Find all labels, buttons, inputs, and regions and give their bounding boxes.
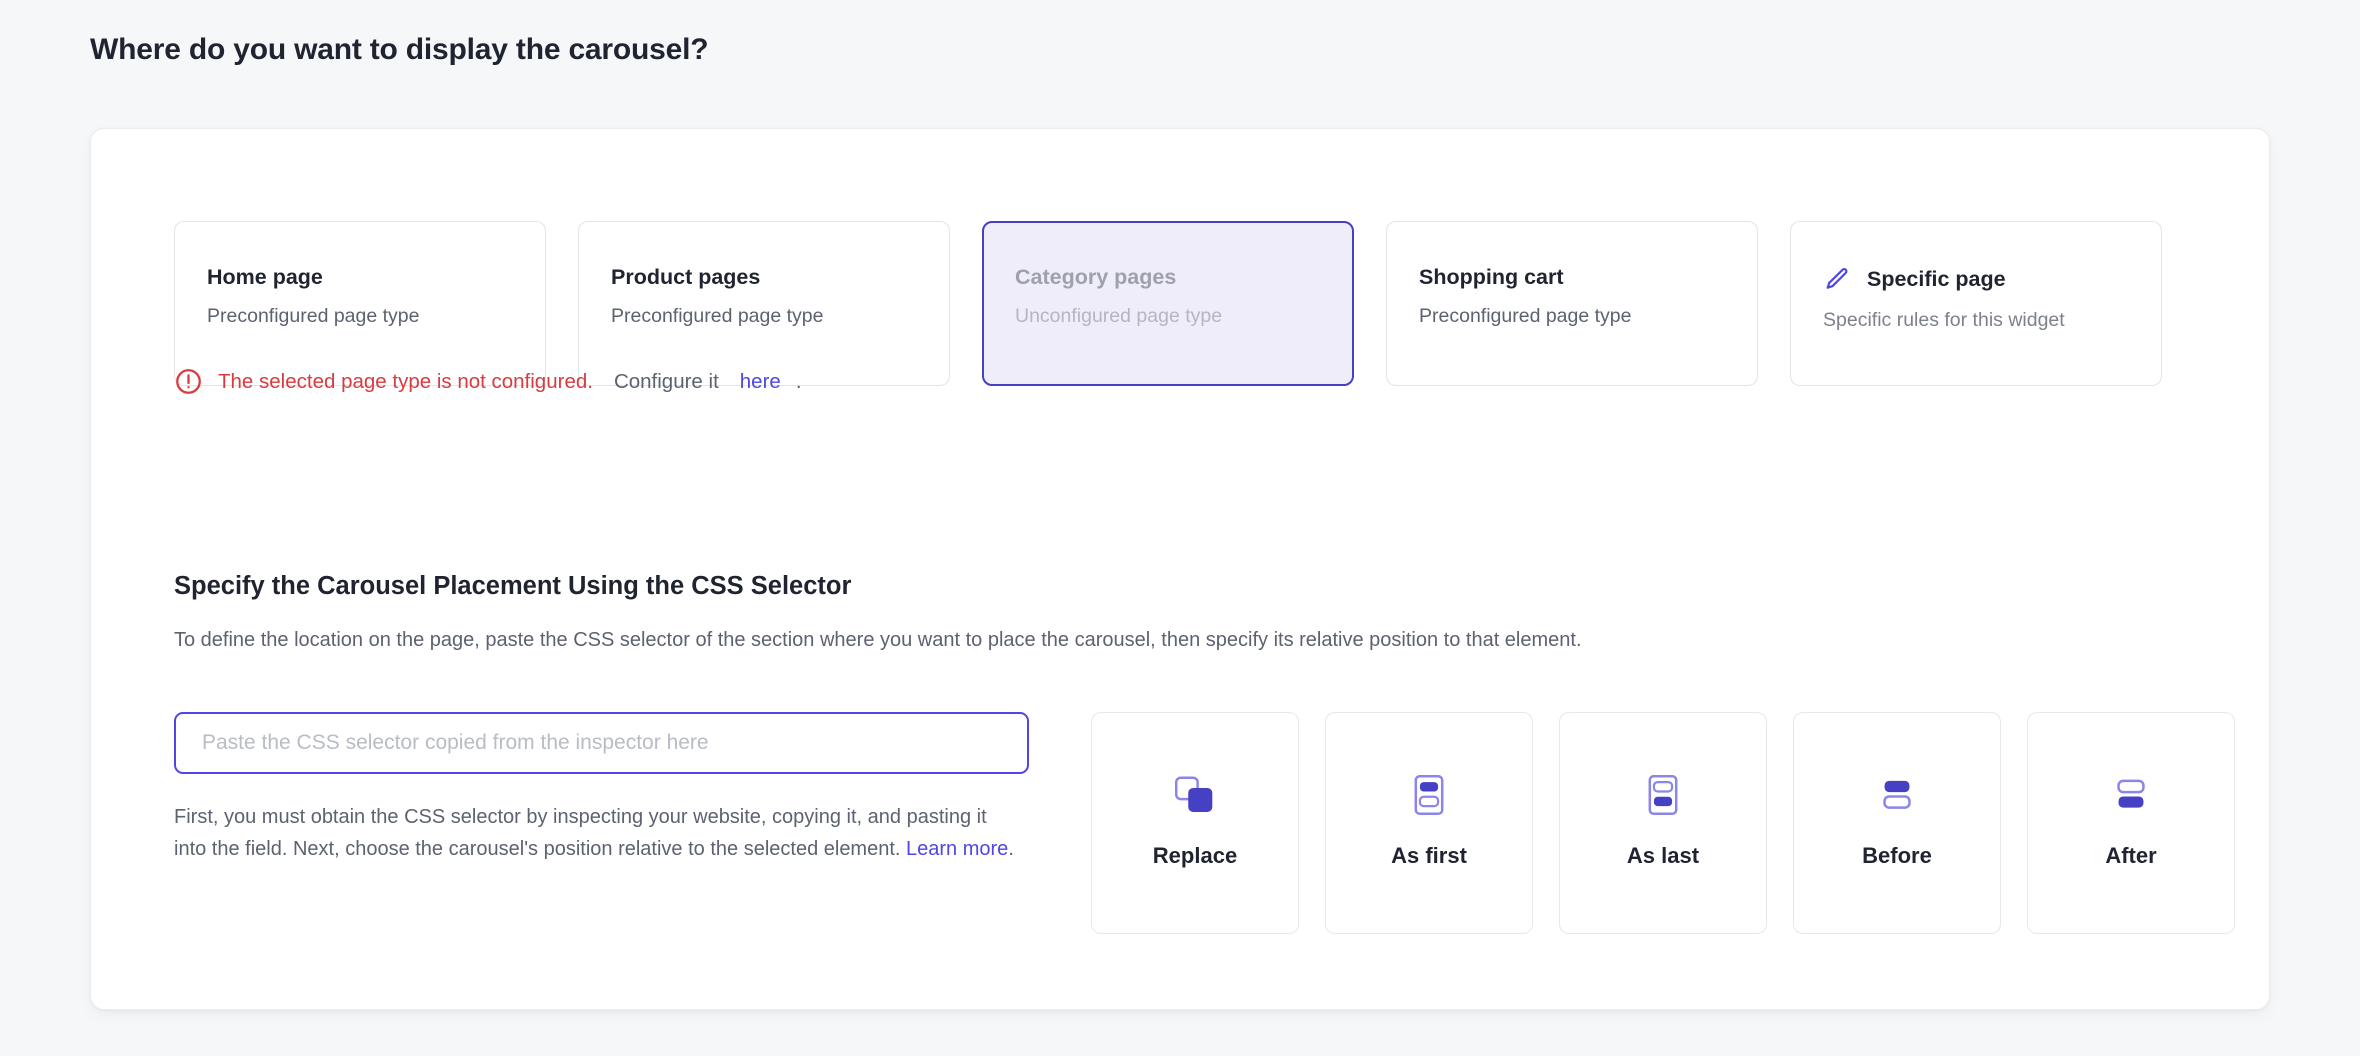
page-type-subtitle: Unconfigured page type — [1015, 304, 1223, 327]
selector-section-heading: Specify the Carousel Placement Using the… — [174, 572, 852, 600]
page-type-card-specific-page[interactable]: Specific page Specific rules for this wi… — [1790, 221, 2162, 386]
page-type-title-row: Specific page — [1823, 266, 2129, 294]
position-label: As last — [1626, 843, 1700, 868]
page-type-title: Product pages — [611, 265, 761, 289]
page-type-card-category-pages[interactable]: Category pages Unconfigured page type — [982, 221, 1354, 386]
position-card-as-first[interactable]: As first — [1325, 712, 1533, 934]
error-circle-icon — [174, 367, 203, 396]
error-suffix: Configure it — [613, 369, 719, 393]
selector-helper-text: First, you must obtain the CSS selector … — [174, 801, 1014, 866]
position-card-before[interactable]: Before — [1793, 712, 2001, 934]
page-type-subtitle: Preconfigured page type — [1419, 304, 1632, 327]
selector-input-column: First, you must obtain the CSS selector … — [174, 712, 1029, 866]
page-type-card-home-page[interactable]: Home page Preconfigured page type — [174, 221, 546, 386]
page-type-subtitle: Specific rules for this widget — [1823, 309, 2065, 331]
page-type-card-row: Home page Preconfigured page type Produc… — [174, 221, 2162, 386]
position-card-replace[interactable]: Replace — [1091, 712, 1299, 934]
position-card-after[interactable]: After — [2027, 712, 2235, 934]
page-type-title: Home page — [207, 265, 323, 289]
page-type-card-shopping-cart[interactable]: Shopping cart Preconfigured page type — [1386, 221, 1758, 386]
helper-period: . — [1008, 838, 1014, 861]
carousel-placement-page: Where do you want to display the carouse… — [0, 0, 2360, 1056]
error-period: . — [795, 369, 802, 393]
selector-helper-body: First, you must obtain the CSS selector … — [174, 806, 987, 861]
page-type-title: Shopping cart — [1419, 265, 1564, 289]
page-type-card-product-pages[interactable]: Product pages Preconfigured page type — [578, 221, 950, 386]
position-card-as-last[interactable]: As last — [1559, 712, 1767, 934]
configure-here-link[interactable]: here — [740, 370, 781, 394]
as-last-icon — [1637, 773, 1689, 817]
position-label: After — [2105, 843, 2157, 868]
not-configured-error: The selected page type is not configured… — [174, 367, 802, 396]
position-label: Before — [1862, 843, 1932, 868]
selector-section-description: To define the location on the page, past… — [174, 629, 1582, 651]
page-type-subtitle: Preconfigured page type — [611, 304, 824, 327]
page-type-title: Category pages — [1015, 265, 1177, 289]
before-icon — [1871, 773, 1923, 817]
page-type-subtitle: Preconfigured page type — [207, 304, 420, 327]
page-title: Where do you want to display the carouse… — [90, 33, 709, 66]
as-first-icon — [1403, 773, 1455, 817]
css-selector-input[interactable] — [174, 712, 1029, 774]
position-label: Replace — [1152, 843, 1238, 868]
page-type-title: Specific page — [1867, 267, 2006, 292]
placement-panel: Home page Preconfigured page type Produc… — [90, 128, 2270, 1010]
after-icon — [2105, 773, 2157, 817]
learn-more-link[interactable]: Learn more — [906, 838, 1008, 860]
position-label: As first — [1391, 843, 1467, 868]
pencil-icon — [1823, 266, 1851, 294]
position-card-row: Replace As first As last Before After — [1091, 712, 2235, 934]
replace-icon — [1169, 773, 1221, 817]
error-message: The selected page type is not configured… — [218, 369, 593, 393]
